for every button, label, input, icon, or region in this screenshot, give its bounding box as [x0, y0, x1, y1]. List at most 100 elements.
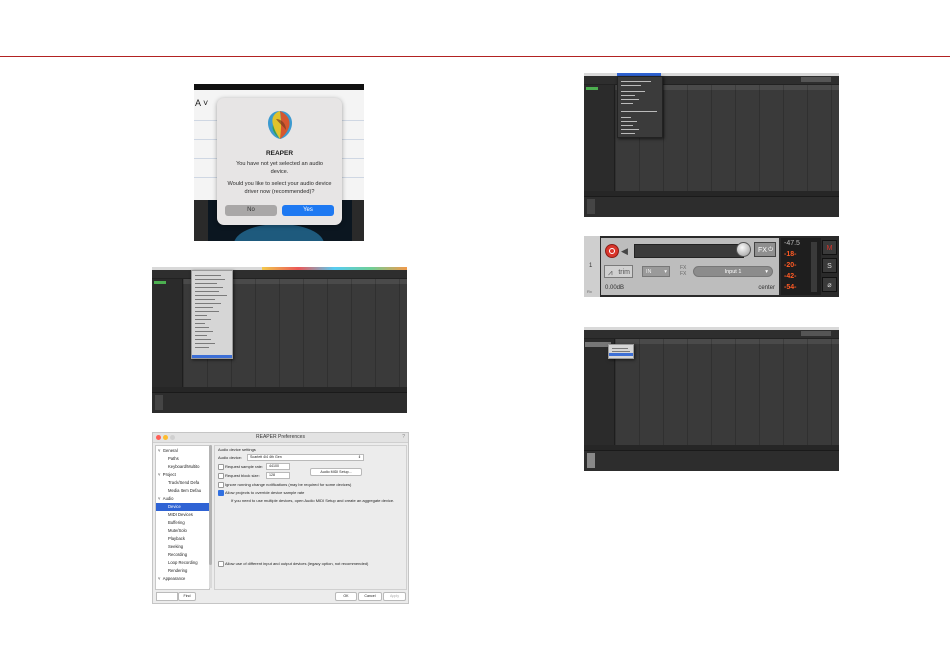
input-fx-glyph: FX FX [680, 265, 687, 277]
tree-node-keyboard[interactable]: Keyboard/Multito [168, 463, 199, 471]
menu-item[interactable] [195, 311, 219, 312]
tree-node-appearance[interactable]: ˅ Appearance [158, 575, 185, 583]
toolbar [584, 330, 839, 339]
tree-node-mute-solo[interactable]: Mute/Solo [168, 527, 187, 535]
block-size-checkbox[interactable] [218, 473, 224, 479]
menu-item[interactable] [621, 103, 633, 104]
menu-item[interactable] [621, 133, 635, 134]
menu-item[interactable] [621, 85, 641, 86]
options-menu[interactable] [191, 270, 233, 359]
toolbar-logo-area [801, 331, 831, 336]
menu-item[interactable] [195, 327, 209, 328]
menu-item[interactable] [195, 279, 225, 280]
menu-item[interactable] [195, 291, 219, 292]
menu-item[interactable] [612, 348, 628, 349]
track-menu[interactable] [617, 76, 663, 138]
speaker-icon[interactable]: ◀︎ [621, 247, 628, 256]
tree-node-rendering[interactable]: Rendering [168, 567, 187, 575]
menu-item[interactable] [195, 303, 221, 304]
reaper-logo-icon [268, 111, 292, 139]
tree-node-midi-devices[interactable]: MIDI Devices [168, 511, 193, 519]
sample-rate-field[interactable]: 44100 [266, 463, 290, 470]
menu-item[interactable] [621, 91, 645, 92]
trim-button[interactable]: ⩘ trim [604, 265, 633, 278]
record-arm-button[interactable] [605, 244, 619, 258]
solo-button[interactable]: S [822, 258, 837, 273]
help-icon[interactable]: ? [402, 434, 405, 440]
record-input-select[interactable]: Input 1 ▾ [693, 266, 773, 277]
mixer-panel [584, 450, 839, 471]
menu-item[interactable] [195, 343, 215, 344]
input-context-menu[interactable] [608, 344, 634, 359]
tree-node-audio[interactable]: ˅ Audio [158, 495, 174, 503]
tree-node-loop-recording[interactable]: Loop Recording [168, 559, 198, 567]
menu-item[interactable] [621, 121, 637, 122]
find-input[interactable] [156, 592, 178, 601]
menu-item[interactable] [621, 111, 657, 112]
menu-item[interactable] [621, 99, 639, 100]
tree-node-project[interactable]: ˅ Project [158, 471, 176, 479]
no-button[interactable]: No [225, 205, 277, 216]
menu-item[interactable] [195, 287, 223, 288]
header-rule [0, 56, 950, 57]
override-sample-rate-checkbox[interactable] [218, 490, 224, 496]
menu-item[interactable] [621, 129, 639, 130]
menu-item[interactable] [195, 335, 207, 336]
menu-item[interactable] [195, 331, 213, 332]
menu-item[interactable] [195, 339, 211, 340]
track-label-green [154, 281, 166, 284]
audio-midi-setup-button[interactable]: Audio MIDI Setup... [310, 468, 362, 476]
menu-item[interactable] [621, 125, 633, 126]
tree-node-media-item-defaults[interactable]: Media Item Defau [168, 487, 201, 495]
audio-device-select[interactable]: Scarlett 4i4 4th Gen ⇕ [247, 454, 364, 461]
ignore-notifications-checkbox[interactable] [218, 482, 224, 488]
tree-node-paths[interactable]: Paths [168, 455, 179, 463]
tree-node-general[interactable]: ˅ General [158, 447, 178, 455]
menu-item[interactable] [621, 81, 651, 82]
phase-button[interactable]: ⌀ [822, 277, 837, 292]
find-button[interactable]: Find [178, 592, 196, 601]
apply-button[interactable]: Apply [383, 592, 406, 601]
envelope-label: Rx [587, 289, 592, 294]
tree-node-recording[interactable]: Recording [168, 551, 187, 559]
tree-scrollbar-thumb[interactable] [209, 445, 212, 565]
cancel-button[interactable]: Cancel [358, 592, 382, 601]
sample-rate-checkbox[interactable] [218, 464, 224, 470]
arrange-view [615, 339, 839, 445]
track-name-field[interactable] [634, 244, 744, 258]
menu-item[interactable] [195, 315, 207, 316]
legacy-io-label: Allow use of different input and output … [225, 561, 369, 566]
menu-item[interactable] [195, 299, 215, 300]
ok-button[interactable]: OK [335, 592, 357, 601]
block-size-field[interactable]: 128 [266, 472, 290, 479]
menu-item[interactable] [195, 275, 221, 276]
menu-item[interactable] [195, 319, 211, 320]
menu-item[interactable] [195, 283, 217, 284]
tree-node-playback[interactable]: Playback [168, 535, 185, 543]
pan-readout: center [758, 285, 775, 291]
volume-readout: 0.00dB [605, 285, 625, 291]
tree-node-device[interactable]: Device [156, 503, 209, 511]
tree-node-buffering[interactable]: Buffering [168, 519, 185, 527]
menu-item[interactable] [195, 323, 205, 324]
yes-button[interactable]: Yes [282, 205, 334, 216]
menu-item[interactable] [195, 347, 209, 348]
tree-node-track-send-defaults[interactable]: Track/Send Defa [168, 479, 199, 487]
tree-scrollbar[interactable] [209, 445, 212, 588]
fx-button[interactable]: FX ⏻ [754, 242, 776, 257]
input-fx-label[interactable]: FX FX [680, 265, 686, 277]
legacy-io-checkbox[interactable] [218, 561, 224, 567]
menu-item[interactable] [195, 295, 227, 296]
tree-node-seeking[interactable]: Seeking [168, 543, 183, 551]
meter-scale: -20- [784, 262, 797, 269]
menu-item-preferences-highlighted[interactable] [192, 355, 232, 358]
menu-item[interactable] [621, 95, 635, 96]
mute-button[interactable]: M [822, 240, 837, 255]
level-meter: -47.5 -18- -20- -42- -54- [781, 238, 821, 295]
menu-item[interactable] [621, 117, 631, 118]
menu-item[interactable] [612, 351, 630, 352]
menu-item[interactable] [195, 307, 213, 308]
input-monitor-toggle[interactable]: IN ▾ [642, 266, 670, 277]
menu-item-highlighted[interactable] [609, 353, 633, 356]
volume-knob[interactable] [736, 242, 751, 257]
